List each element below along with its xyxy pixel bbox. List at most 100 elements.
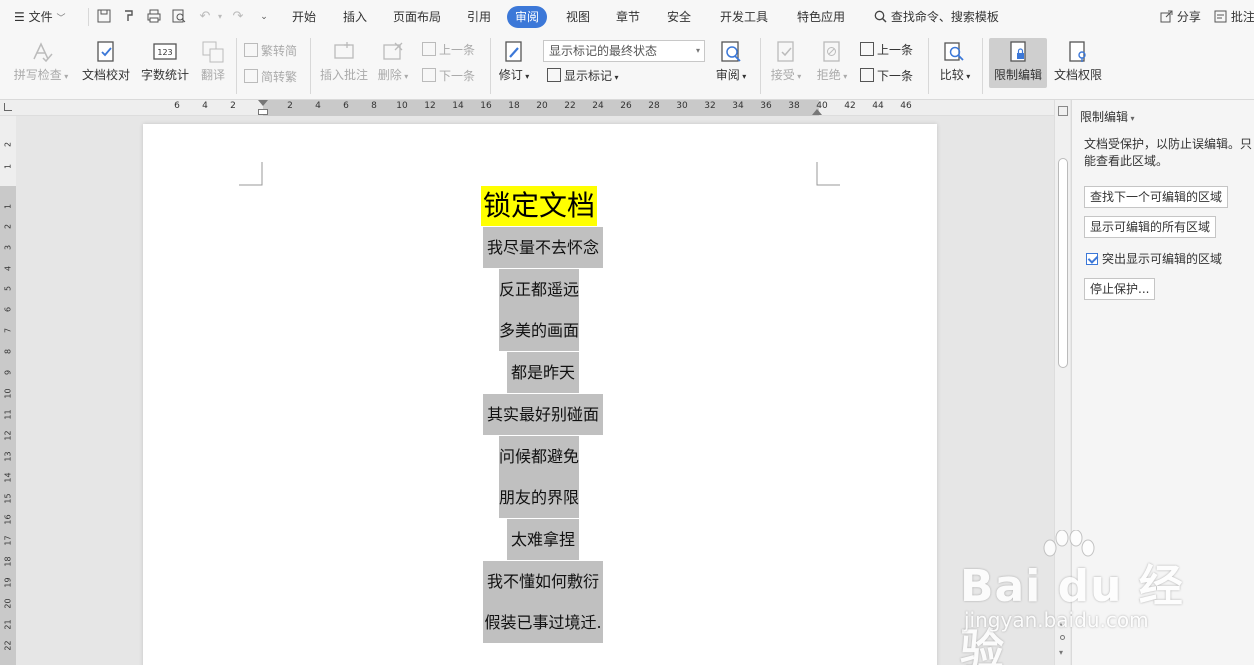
- ruler-tick-label: 17: [3, 535, 13, 546]
- ruler-tick-label: 2: [3, 223, 13, 230]
- document-line[interactable]: 我不懂如何敷衍: [483, 560, 603, 602]
- ruler-tick-label: 46: [900, 101, 912, 111]
- tab-security[interactable]: 安全: [663, 6, 695, 28]
- tab-special[interactable]: 特色应用: [793, 6, 849, 28]
- search-icon: [874, 10, 891, 24]
- translate-button[interactable]: 翻译: [196, 40, 230, 83]
- print-icon[interactable]: [146, 9, 162, 25]
- next-change-icon: [860, 68, 874, 82]
- track-changes-button[interactable]: 修订 ▾: [496, 40, 532, 83]
- prev-comment-button[interactable]: 上一条: [422, 41, 475, 59]
- document-line[interactable]: 其实最好别碰面: [483, 393, 603, 435]
- trad-to-simp-button[interactable]: 繁转简: [244, 42, 297, 60]
- menu-bar: ☰ 文件 ﹀ ↶ ▾ ↷ ⌄ 开始 插入 页面布局 引用 审阅 视图 章节 安全…: [0, 0, 1254, 34]
- prev-change-button[interactable]: 上一条: [860, 41, 913, 59]
- ruler-tick-label: 18: [508, 101, 520, 111]
- share-icon: [1160, 10, 1177, 24]
- tab-references[interactable]: 引用: [463, 6, 495, 28]
- document-line[interactable]: 反正都遥远: [499, 268, 579, 310]
- document-line[interactable]: 多美的画面: [499, 310, 579, 352]
- baidu-watermark: Bai du 经验 jingyan.baidu.com: [960, 530, 1200, 665]
- scrollbar-thumb[interactable]: [1058, 158, 1068, 368]
- format-painter-icon[interactable]: [121, 9, 137, 25]
- comment-icon: [1214, 10, 1231, 24]
- share-button[interactable]: 分享: [1156, 6, 1205, 28]
- tab-developer[interactable]: 开发工具: [716, 6, 772, 28]
- horizontal-ruler[interactable]: 6 4 2 2 4 6 8 10 12 14 16 18 20 22 24 26 28 30 32 34 36 38 40 4…: [0, 100, 1054, 116]
- first-line-indent-marker[interactable]: [258, 100, 268, 106]
- stop-protection-button[interactable]: 停止保护...: [1084, 278, 1156, 300]
- document-title[interactable]: 锁定文档: [481, 186, 598, 226]
- vertical-ruler[interactable]: 2 1 1 2 3 4 5 6 7 8 9 10 11 12 13 14 15 16 17 18 19 20 21 22: [0, 116, 16, 665]
- show-all-editable-button[interactable]: 显示可编辑的所有区域: [1084, 216, 1217, 238]
- split-view-icon[interactable]: [1058, 106, 1068, 116]
- ruler-tick-label: 10: [3, 388, 13, 399]
- undo-dropdown-icon[interactable]: ▾: [212, 9, 228, 25]
- tab-review[interactable]: 审阅: [507, 6, 548, 28]
- panel-title[interactable]: 限制编辑 ▾: [1080, 108, 1135, 125]
- tab-home[interactable]: 开始: [288, 6, 320, 28]
- margin-corner-mark: [816, 162, 840, 186]
- word-count-button[interactable]: 123 字数统计: [139, 40, 191, 83]
- document-line[interactable]: 假装已事过境迁.: [483, 602, 603, 644]
- document-line[interactable]: 我尽量不去怀念: [483, 227, 603, 268]
- highlight-editable-checkbox[interactable]: 突出显示可编辑的区域: [1086, 250, 1222, 267]
- file-menu[interactable]: ☰ 文件 ﹀: [10, 6, 69, 28]
- reject-button[interactable]: 拒绝 ▾: [812, 40, 852, 83]
- spell-check-button[interactable]: 拼写检查 ▾: [10, 40, 72, 83]
- undo-icon[interactable]: ↶: [197, 9, 213, 25]
- ruler-tick-label: 1: [3, 163, 13, 170]
- accept-button[interactable]: 接受 ▾: [766, 40, 806, 83]
- show-markup-button[interactable]: 显示标记 ▾: [547, 67, 619, 85]
- document-line[interactable]: 朋友的界限: [499, 477, 579, 519]
- delete-comment-button[interactable]: 删除 ▾: [376, 40, 410, 83]
- right-indent-marker[interactable]: [812, 109, 822, 115]
- display-mode-select[interactable]: 显示标记的最终状态 ▾: [543, 40, 705, 62]
- word-count-icon: 123: [153, 43, 177, 60]
- compare-button[interactable]: 比较 ▾: [936, 40, 974, 83]
- tab-stop-icon[interactable]: [4, 103, 12, 111]
- left-indent-marker[interactable]: [258, 109, 268, 115]
- customize-toolbar-icon[interactable]: ⌄: [256, 9, 272, 25]
- divider: [928, 38, 929, 94]
- next-change-button[interactable]: 下一条: [860, 67, 913, 85]
- dropdown-arrow-icon: ▾: [840, 72, 848, 81]
- tab-chapter[interactable]: 章节: [612, 6, 644, 28]
- prev-change-icon: [860, 42, 874, 56]
- print-preview-icon[interactable]: [171, 9, 187, 25]
- ruler-tick-label: 4: [3, 265, 13, 272]
- ruler-tick-label: 4: [315, 101, 321, 111]
- insert-comment-icon: [334, 42, 354, 59]
- checkbox-checked-icon[interactable]: [1086, 253, 1098, 265]
- command-search[interactable]: 查找命令、搜索模板: [870, 6, 1003, 28]
- ruler-tick-label: 26: [620, 101, 632, 111]
- next-comment-button[interactable]: 下一条: [422, 67, 475, 85]
- restrict-editing-icon: [1010, 41, 1026, 62]
- restrict-editing-button[interactable]: 限制编辑: [989, 38, 1047, 88]
- doc-proofread-button[interactable]: 文档校对: [80, 40, 132, 83]
- document-line[interactable]: 太难拿捏: [507, 518, 579, 560]
- document-area[interactable]: 锁定文档 我尽量不去怀念 反正都遥远 多美的画面 都是昨天 其实最好别碰面 问候都避免 朋友…: [16, 116, 1054, 665]
- ruler-tick-label: 14: [3, 472, 13, 483]
- document-line[interactable]: 都是昨天: [507, 352, 579, 394]
- ruler-tick-label: 13: [3, 451, 13, 462]
- insert-comment-button[interactable]: 插入批注: [318, 40, 370, 83]
- tab-view[interactable]: 视图: [562, 6, 594, 28]
- simp-to-trad-button[interactable]: 简转繁: [244, 68, 297, 86]
- ruler-tick-label: 9: [3, 369, 13, 376]
- tab-insert[interactable]: 插入: [339, 6, 371, 28]
- find-next-editable-button[interactable]: 查找下一个可编辑的区域: [1084, 186, 1229, 208]
- ruler-tick-label: 5: [3, 285, 13, 292]
- delete-comment-icon: [383, 42, 403, 60]
- tab-page-layout[interactable]: 页面布局: [389, 6, 445, 28]
- ribbon-toolbar: 拼写检查 ▾ 文档校对 123 字数统计 翻译 繁转简 简转繁 插入批注 删除 …: [0, 34, 1254, 100]
- doc-permission-button[interactable]: 文档权限: [1052, 40, 1104, 83]
- save-icon[interactable]: [96, 9, 112, 25]
- document-line[interactable]: 问候都避免: [499, 435, 579, 477]
- ruler-tick-label: 14: [452, 101, 464, 111]
- document-page[interactable]: 锁定文档 我尽量不去怀念 反正都遥远 多美的画面 都是昨天 其实最好别碰面 问候都避免 朋友…: [143, 124, 937, 665]
- review-pane-button[interactable]: 审阅 ▾: [712, 40, 750, 83]
- ruler-tick-label: 28: [648, 101, 660, 111]
- comment-button[interactable]: 批注: [1210, 6, 1254, 28]
- redo-icon[interactable]: ↷: [230, 9, 246, 25]
